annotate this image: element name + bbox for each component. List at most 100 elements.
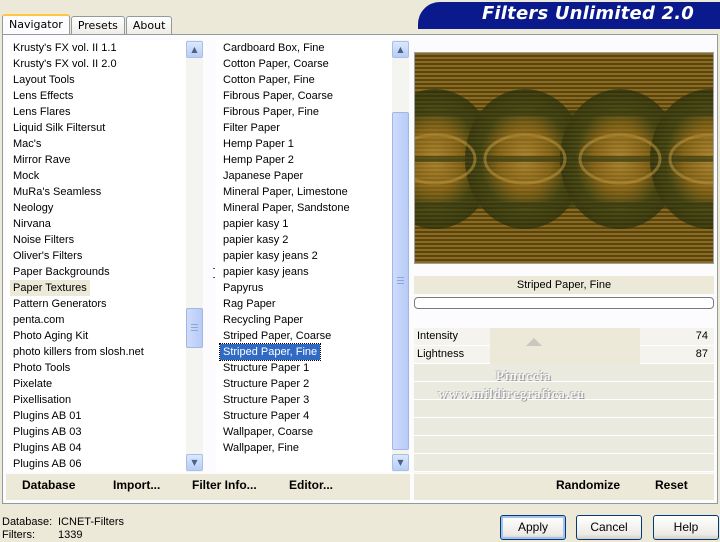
category-item[interactable]: Lens Effects — [10, 88, 76, 104]
category-item[interactable]: Pattern Generators — [10, 296, 110, 312]
category-item[interactable]: Krusty's FX vol. II 1.1 — [10, 40, 120, 56]
status-filters: Filters: 1339 — [2, 529, 82, 541]
apply-button[interactable]: Apply — [500, 515, 566, 540]
reset-button[interactable]: Reset — [655, 478, 688, 492]
filter-item[interactable]: papier kasy jeans — [220, 264, 312, 280]
preview-image — [414, 52, 714, 264]
import-button[interactable]: Import... — [113, 478, 160, 492]
help-button[interactable]: Help — [653, 515, 719, 540]
slider-track[interactable] — [490, 346, 640, 364]
scroll-up-icon[interactable]: ▲ — [392, 41, 409, 58]
filter-item[interactable]: Japanese Paper — [220, 168, 306, 184]
slider-label: Lightness — [417, 348, 465, 360]
category-item[interactable]: Nirvana — [10, 216, 54, 232]
selected-filter-name: Striped Paper, Fine — [414, 276, 714, 294]
filter-item[interactable]: Recycling Paper — [220, 312, 306, 328]
category-item[interactable]: MuRa's Seamless — [10, 184, 104, 200]
filter-item[interactable]: Mineral Paper, Sandstone — [220, 200, 353, 216]
category-item[interactable]: Pixellisation — [10, 392, 74, 408]
tab-presets[interactable]: Presets — [70, 16, 125, 35]
scroll-thumb[interactable] — [392, 112, 409, 450]
category-list[interactable]: Krusty's FX vol. II 1.1 Krusty's FX vol. … — [6, 40, 189, 472]
category-item[interactable]: Photo Aging Kit — [10, 328, 91, 344]
category-item[interactable]: Plugins AB 01 — [10, 408, 85, 424]
category-item[interactable]: Krusty's FX vol. II 2.0 — [10, 56, 120, 72]
empty-slider-row — [414, 436, 714, 454]
empty-slider-row — [414, 454, 714, 472]
scroll-up-icon[interactable]: ▲ — [186, 41, 203, 58]
filter-list[interactable]: Cardboard Box, Fine Cotton Paper, Coarse C… — [216, 40, 394, 472]
filter-count: 1339 — [58, 529, 83, 541]
filter-item[interactable]: Cotton Paper, Coarse — [220, 56, 332, 72]
filter-item[interactable]: Hemp Paper 2 — [220, 152, 297, 168]
category-item[interactable]: Lens Flares — [10, 104, 73, 120]
category-item[interactable]: Mac's — [10, 136, 44, 152]
slider-value: 74 — [695, 330, 708, 342]
scroll-down-icon[interactable]: ▼ — [392, 454, 409, 471]
category-item[interactable]: Paper Textures — [10, 280, 90, 296]
slider-label: Intensity — [417, 330, 458, 342]
preview-pattern — [415, 53, 713, 263]
scroll-down-icon[interactable]: ▼ — [186, 454, 203, 471]
title-banner: Filters Unlimited 2.0 — [418, 2, 720, 29]
category-item[interactable]: Mirror Rave — [10, 152, 73, 168]
tab-navigator[interactable]: Navigator — [2, 14, 70, 35]
progress-bar — [414, 297, 714, 309]
filter-item[interactable]: Fibrous Paper, Fine — [220, 104, 322, 120]
filter-item[interactable]: papier kasy jeans 2 — [220, 248, 321, 264]
watermark-line1: Pinuccia — [496, 368, 552, 383]
category-item[interactable]: Plugins AB 06 — [10, 456, 85, 472]
editor-button[interactable]: Editor... — [289, 478, 333, 492]
slider-thumb[interactable] — [525, 338, 542, 346]
filter-item[interactable]: Rag Paper — [220, 296, 279, 312]
empty-slider-row — [414, 418, 714, 436]
slider-intensity[interactable]: Intensity 74 — [414, 328, 714, 346]
filter-item[interactable]: Filter Paper — [220, 120, 283, 136]
category-item[interactable]: Photo Tools — [10, 360, 73, 376]
filter-item[interactable]: papier kasy 2 — [220, 232, 291, 248]
category-item[interactable]: Oliver's Filters — [10, 248, 85, 264]
category-item[interactable]: Plugins AB 04 — [10, 440, 85, 456]
filter-item[interactable]: Hemp Paper 1 — [220, 136, 297, 152]
category-item[interactable]: Mock — [10, 168, 42, 184]
category-scrollbar[interactable]: ▲ ▼ — [186, 40, 203, 472]
category-item[interactable]: Pixelate — [10, 376, 55, 392]
scroll-thumb[interactable] — [186, 308, 203, 348]
watermark-line2: www.mildiregrafica.eu — [438, 386, 586, 401]
category-item[interactable]: Plugins AB 03 — [10, 424, 85, 440]
filter-item[interactable]: Structure Paper 1 — [220, 360, 312, 376]
slider-lightness[interactable]: Lightness 87 — [414, 346, 714, 364]
filter-item[interactable]: Mineral Paper, Limestone — [220, 184, 351, 200]
randomize-button[interactable]: Randomize — [556, 478, 620, 492]
database-name: ICNET-Filters — [58, 516, 124, 528]
filter-item[interactable]: Structure Paper 2 — [220, 376, 312, 392]
filter-item[interactable]: Papyrus — [220, 280, 266, 296]
category-item[interactable]: photo killers from slosh.net — [10, 344, 147, 360]
database-button[interactable]: Database — [22, 478, 75, 492]
category-item[interactable]: Liquid Silk Filtersut — [10, 120, 108, 136]
filter-scrollbar[interactable]: ▲ ▼ — [392, 40, 409, 472]
filter-item[interactable]: Cardboard Box, Fine — [220, 40, 328, 56]
category-item[interactable]: penta.com — [10, 312, 67, 328]
filter-info-button[interactable]: Filter Info... — [192, 478, 257, 492]
filter-item[interactable]: Structure Paper 3 — [220, 392, 312, 408]
category-item[interactable]: Paper Backgrounds — [10, 264, 113, 280]
filter-item[interactable]: Striped Paper, Fine — [218, 343, 322, 361]
filter-item[interactable]: Structure Paper 4 — [220, 408, 312, 424]
slider-value: 87 — [695, 348, 708, 360]
cancel-button[interactable]: Cancel — [576, 515, 642, 540]
status-label: Database: — [2, 516, 53, 528]
category-item[interactable]: Neology — [10, 200, 56, 216]
filter-item[interactable]: Wallpaper, Fine — [220, 440, 302, 456]
category-item[interactable]: Layout Tools — [10, 72, 78, 88]
slider-track[interactable] — [490, 328, 640, 346]
filter-item[interactable]: Fibrous Paper, Coarse — [220, 88, 336, 104]
empty-slider-row — [414, 400, 714, 418]
tab-about[interactable]: About — [125, 16, 173, 35]
category-item[interactable]: Noise Filters — [10, 232, 77, 248]
filter-item[interactable]: papier kasy 1 — [220, 216, 291, 232]
filter-item[interactable]: Cotton Paper, Fine — [220, 72, 318, 88]
filter-item[interactable]: Striped Paper, Coarse — [220, 328, 334, 344]
status-label: Filters: — [2, 529, 35, 541]
filter-item[interactable]: Wallpaper, Coarse — [220, 424, 316, 440]
